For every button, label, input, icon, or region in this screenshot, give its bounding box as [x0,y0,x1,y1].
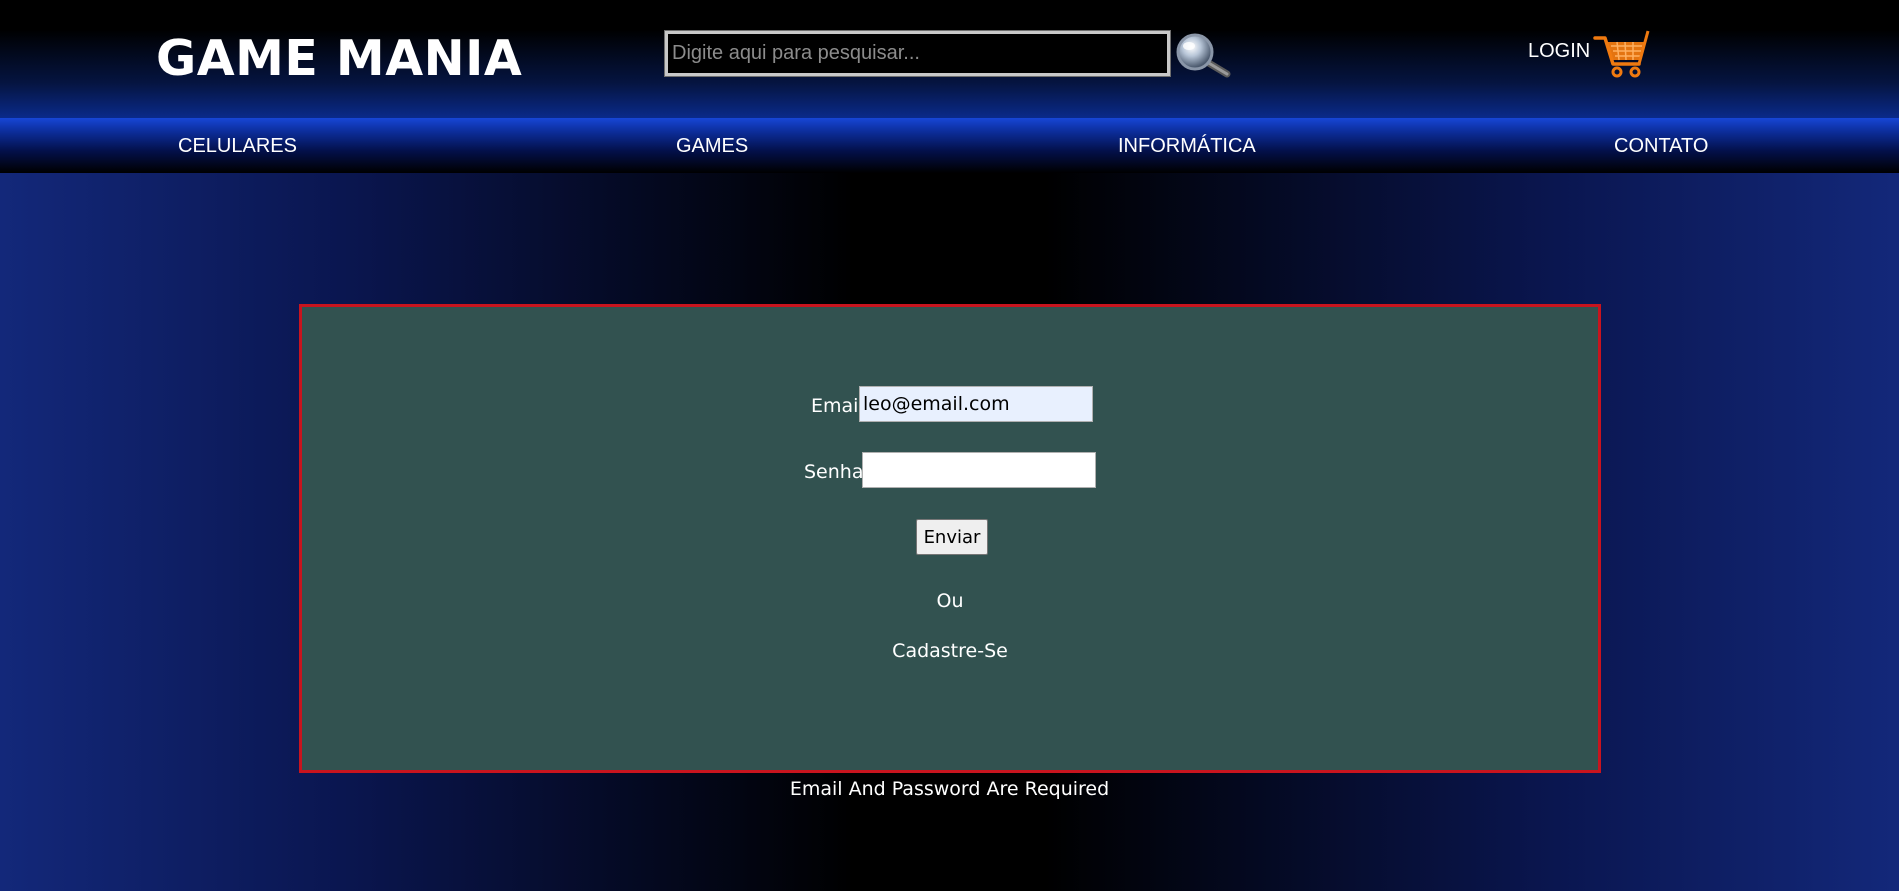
main-nav: CELULARES GAMES INFORMÁTICA CONTATO [0,118,1899,173]
search-input[interactable] [664,30,1171,77]
magnifier-icon[interactable] [1173,32,1233,80]
login-link[interactable]: LOGIN [1528,40,1590,63]
nav-item-contato[interactable]: CONTATO [1614,135,1708,158]
password-field[interactable] [862,452,1096,488]
nav-item-celulares[interactable]: CELULARES [178,135,297,158]
login-form: Email Senha Enviar Ou Cadastre-Se [299,304,1601,773]
submit-button[interactable]: Enviar [916,519,988,555]
password-label: Senha [804,461,864,483]
site-header: GAME MANIA LOGIN [0,0,1899,118]
or-text: Ou [936,590,964,612]
nav-item-informatica[interactable]: INFORMÁTICA [1118,135,1256,158]
email-field[interactable] [859,386,1093,422]
email-label: Email [811,395,864,417]
nav-item-games[interactable]: GAMES [676,135,748,158]
site-logo[interactable]: GAME MANIA [156,30,522,87]
error-message: Email And Password Are Required [789,778,1110,800]
signup-link[interactable]: Cadastre-Se [892,640,1008,662]
shopping-cart-icon[interactable] [1593,28,1651,80]
